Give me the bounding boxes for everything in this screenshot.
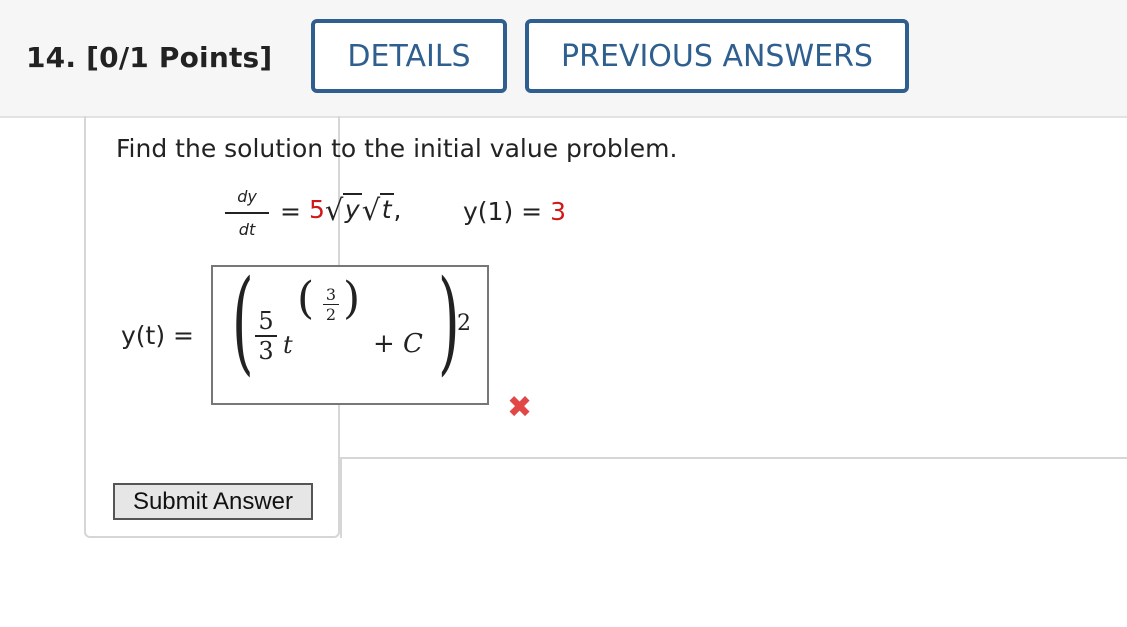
exp-right-paren: )	[343, 273, 361, 324]
exp-den: 2	[325, 305, 337, 324]
exp-left-paren: (	[297, 273, 315, 324]
sqrt-arg-t: t	[379, 193, 394, 224]
question-number-points: 14. [0/1 Points]	[26, 41, 273, 74]
submit-answer-button[interactable]: Submit Answer	[113, 483, 313, 520]
sqrt-y: √ y	[324, 193, 362, 227]
radical-icon: √	[361, 193, 381, 227]
derivative-fraction: dy dt	[225, 183, 269, 245]
radical-icon: √	[324, 193, 344, 227]
divider-line-vertical	[340, 457, 342, 538]
answer-frac-den: 3	[258, 337, 274, 365]
incorrect-x-icon: ✖	[507, 390, 533, 425]
fraction-bar	[225, 212, 269, 214]
derivative-numerator: dy	[237, 187, 257, 206]
derivative-denominator: dt	[238, 220, 256, 239]
equation-rhs: 5 √ y √ t,	[309, 193, 402, 227]
exp-num: 3	[325, 285, 337, 304]
answer-frac-num: 5	[258, 307, 274, 335]
left-paren: (	[231, 257, 254, 387]
outer-exponent: 2	[457, 311, 471, 336]
details-button[interactable]: DETAILS	[311, 19, 507, 93]
equals-sign: =	[280, 197, 301, 226]
answer-fraction: 5 3	[255, 307, 277, 365]
plus-constant: + C	[373, 329, 423, 359]
sqrt-t: √ t	[361, 193, 394, 227]
exponent-fraction: 3 2	[323, 285, 339, 324]
initial-condition-left: y(1) =	[463, 197, 551, 226]
answer-variable: t	[283, 331, 293, 359]
previous-answers-button[interactable]: PREVIOUS ANSWERS	[525, 19, 909, 93]
initial-condition-value: 3	[550, 197, 566, 226]
comma: ,	[393, 195, 402, 224]
coefficient: 5	[309, 195, 325, 224]
answer-label: y(t) =	[121, 321, 194, 350]
sqrt-arg-y: y	[342, 193, 362, 224]
initial-condition: y(1) = 3	[463, 197, 566, 226]
question-header: 14. [0/1 Points] DETAILS PREVIOUS ANSWER…	[0, 0, 1127, 118]
divider-line	[340, 457, 1127, 459]
answer-input[interactable]: ( 5 3 t ( 3 2 ) + C ) 2	[211, 257, 489, 405]
problem-prompt: Find the solution to the initial value p…	[116, 134, 678, 163]
